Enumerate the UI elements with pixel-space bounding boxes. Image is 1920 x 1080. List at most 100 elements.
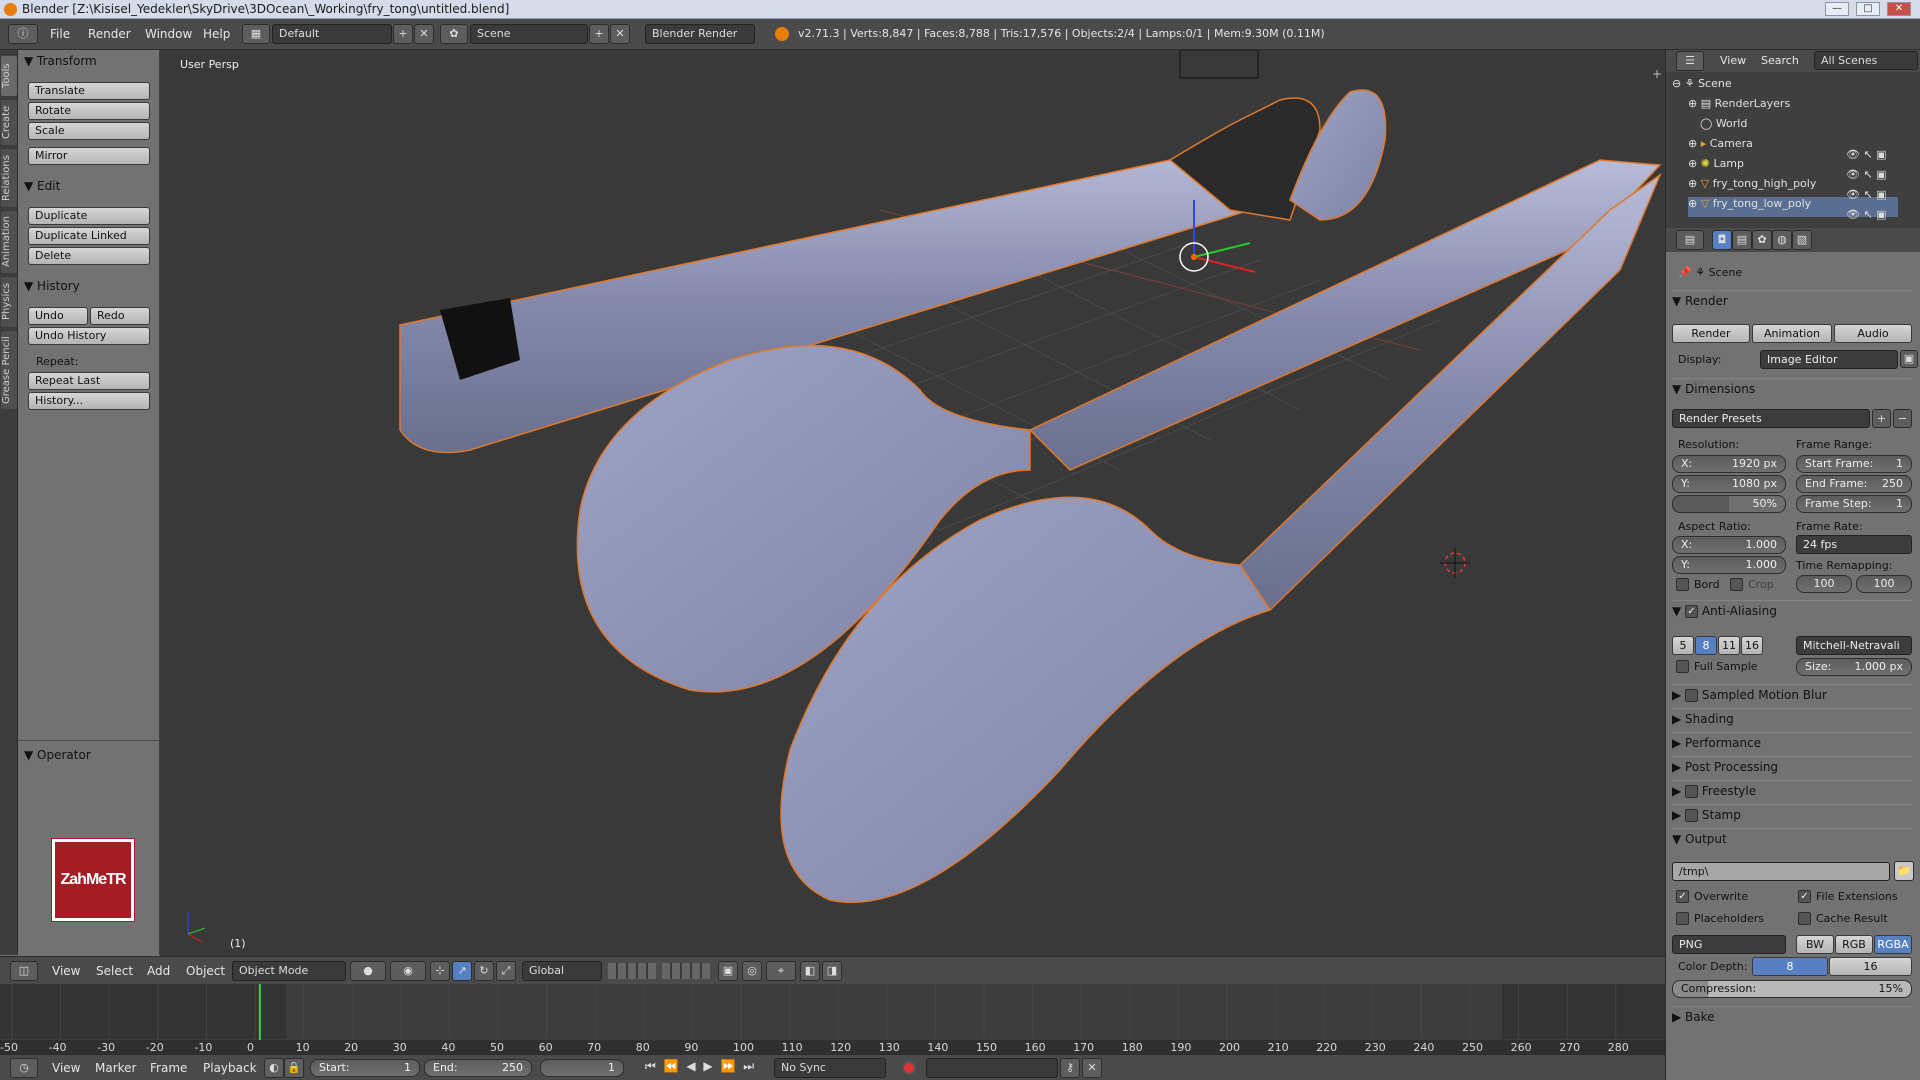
display-window-icon[interactable]: ▣ xyxy=(1900,350,1918,368)
editor-type-3d-icon[interactable]: ◫ xyxy=(10,961,38,981)
aa-panel-header[interactable]: ▼ ✓ Anti-Aliasing xyxy=(1672,600,1912,620)
record-icon[interactable] xyxy=(902,1061,916,1075)
aa-samples-5[interactable]: 5 xyxy=(1672,636,1694,655)
rotate-manip-icon[interactable]: ↻ xyxy=(474,961,494,981)
placeholders-checkbox[interactable] xyxy=(1676,912,1689,925)
panel-operator-header[interactable]: ▼ Operator xyxy=(24,748,91,762)
color-depth-8-button[interactable]: 8 xyxy=(1752,957,1828,976)
res-percent-slider[interactable]: 50% xyxy=(1672,495,1786,513)
camera-object[interactable] xyxy=(1179,50,1259,79)
preview-range-icon[interactable]: ◐ xyxy=(264,1058,284,1078)
delete-keyframe-icon[interactable]: ✕ xyxy=(1082,1058,1102,1078)
render-panel-header[interactable]: ▼ Render xyxy=(1672,290,1912,310)
motion-blur-checkbox[interactable] xyxy=(1685,689,1699,702)
tab-create[interactable]: Create xyxy=(1,100,17,145)
lock-camera-icon[interactable]: ▣ xyxy=(718,961,738,981)
panel-history-header[interactable]: ▼ History xyxy=(24,279,80,293)
maximize-button[interactable]: □ xyxy=(1856,2,1880,16)
end-frame-field-props[interactable]: End Frame: 250 xyxy=(1796,475,1912,493)
output-panel-header[interactable]: ▼ Output xyxy=(1672,828,1912,848)
lock-range-icon[interactable]: 🔒 xyxy=(284,1058,304,1078)
tab-tools[interactable]: Tools xyxy=(1,56,17,96)
res-x-field[interactable]: X: 1920 px xyxy=(1672,455,1786,473)
folder-icon[interactable]: 📁 xyxy=(1894,861,1914,881)
layer-buttons-2[interactable] xyxy=(662,963,710,979)
outliner[interactable]: ☰ View Search All Scenes ⊖ ⚘ Scene ⊕ ▤ R… xyxy=(1665,50,1920,228)
undo-button[interactable]: Undo xyxy=(28,307,88,325)
file-extensions-checkbox[interactable]: ✓ xyxy=(1798,890,1811,903)
stamp-panel[interactable]: ▶ Stamp xyxy=(1672,804,1912,824)
aa-samples-16[interactable]: 16 xyxy=(1741,636,1763,655)
remove-scene-icon[interactable]: ✕ xyxy=(610,24,630,44)
outliner-row-scene[interactable]: ⊖ ⚘ Scene xyxy=(1672,77,1912,97)
menu-playback[interactable]: Playback xyxy=(203,1061,257,1075)
render-layers-tab-icon[interactable]: ▤ xyxy=(1732,230,1752,250)
outliner-filter[interactable]: All Scenes xyxy=(1814,51,1918,70)
file-format-selector[interactable]: PNG xyxy=(1672,935,1786,954)
object-tab-icon[interactable]: ▧ xyxy=(1792,230,1812,250)
add-region-icon[interactable]: + xyxy=(1652,67,1662,81)
menu-file[interactable]: File xyxy=(50,27,70,41)
color-bw-button[interactable]: BW xyxy=(1796,935,1834,954)
outliner-row-renderlayers[interactable]: ⊕ ▤ RenderLayers xyxy=(1688,97,1920,117)
add-scene-icon[interactable]: + xyxy=(589,24,609,44)
history-button[interactable]: History... xyxy=(28,392,150,410)
outliner-row-world[interactable]: ◯ World xyxy=(1700,117,1920,137)
color-rgb-button[interactable]: RGB xyxy=(1835,935,1873,954)
aa-filter-selector[interactable]: Mitchell-Netravali xyxy=(1796,636,1912,655)
scale-button[interactable]: Scale xyxy=(28,122,150,140)
editor-type-outliner-icon[interactable]: ☰ xyxy=(1676,51,1704,71)
aspect-x-field[interactable]: X: 1.000 xyxy=(1672,536,1786,554)
res-y-field[interactable]: Y: 1080 px xyxy=(1672,475,1786,493)
translate-button[interactable]: Translate xyxy=(28,82,150,100)
tab-animation[interactable]: Animation xyxy=(1,211,17,273)
add-layout-icon[interactable]: + xyxy=(393,24,413,44)
redo-button[interactable]: Redo xyxy=(90,307,150,325)
proportional-edit-icon[interactable]: ◎ xyxy=(742,961,762,981)
end-frame-field[interactable]: End: 250 xyxy=(424,1059,532,1077)
menu-add[interactable]: Add xyxy=(147,964,170,978)
outliner-menu-view[interactable]: View xyxy=(1720,54,1746,67)
tab-grease-pencil[interactable]: Grease Pencil xyxy=(1,331,17,409)
crop-checkbox[interactable] xyxy=(1730,578,1743,591)
color-depth-16-button[interactable]: 16 xyxy=(1829,957,1912,976)
scene-selector[interactable]: Scene xyxy=(470,24,588,44)
x-gizmo[interactable] xyxy=(1193,256,1256,273)
display-selector[interactable]: Image Editor xyxy=(1760,350,1898,369)
cache-result-checkbox[interactable] xyxy=(1798,912,1811,925)
aspect-y-field[interactable]: Y: 1.000 xyxy=(1672,556,1786,574)
repeat-last-button[interactable]: Repeat Last xyxy=(28,372,150,390)
menu-object[interactable]: Object xyxy=(186,964,225,978)
mirror-button[interactable]: Mirror xyxy=(28,147,150,165)
editor-type-timeline-icon[interactable]: ◷ xyxy=(10,1058,38,1078)
remove-layout-icon[interactable]: ✕ xyxy=(414,24,434,44)
shading-panel[interactable]: ▶ Shading xyxy=(1672,708,1912,728)
undo-history-button[interactable]: Undo History xyxy=(28,327,150,345)
freestyle-panel[interactable]: ▶ Freestyle xyxy=(1672,780,1912,800)
tab-relations[interactable]: Relations xyxy=(1,149,17,207)
frame-step-field[interactable]: Frame Step: 1 xyxy=(1796,495,1912,513)
aa-checkbox[interactable]: ✓ xyxy=(1685,605,1699,618)
panel-edit-header[interactable]: ▼ Edit xyxy=(24,179,60,193)
keying-set-field[interactable] xyxy=(926,1058,1058,1078)
rotate-button[interactable]: Rotate xyxy=(28,102,150,120)
duplicate-linked-button[interactable]: Duplicate Linked xyxy=(28,227,150,245)
close-button[interactable]: ✕ xyxy=(1887,2,1911,16)
delete-button[interactable]: Delete xyxy=(28,247,150,265)
minimize-button[interactable]: — xyxy=(1825,2,1849,16)
timeline[interactable]: -50 -40 -30 -20 -10 0 10 20 30 40 50 60 70 80 90 100 110… xyxy=(0,984,1665,1064)
add-preset-icon[interactable]: + xyxy=(1872,409,1891,428)
aa-samples-11[interactable]: 11 xyxy=(1718,636,1740,655)
post-processing-panel[interactable]: ▶ Post Processing xyxy=(1672,756,1912,776)
motion-blur-panel[interactable]: ▶ Sampled Motion Blur xyxy=(1672,684,1912,704)
audio-button[interactable]: Audio xyxy=(1834,324,1912,343)
performance-panel[interactable]: ▶ Performance xyxy=(1672,732,1912,752)
aa-size-field[interactable]: Size: 1.000 px xyxy=(1796,658,1912,676)
manipulator-toggle-icon[interactable]: ⊹ xyxy=(430,961,450,981)
scene-icon[interactable]: ✿ xyxy=(440,24,468,44)
world-tab-icon[interactable]: ◍ xyxy=(1772,230,1792,250)
visibility-icons[interactable]: 👁 ↖ ▣ 👁 ↖ ▣ 👁 ↖ ▣ 👁 ↖ ▣ xyxy=(1846,145,1906,225)
insert-keyframe-icon[interactable]: ⚷ xyxy=(1060,1058,1080,1078)
duplicate-button[interactable]: Duplicate xyxy=(28,207,150,225)
render-engine-selector[interactable]: Blender Render xyxy=(645,24,755,44)
